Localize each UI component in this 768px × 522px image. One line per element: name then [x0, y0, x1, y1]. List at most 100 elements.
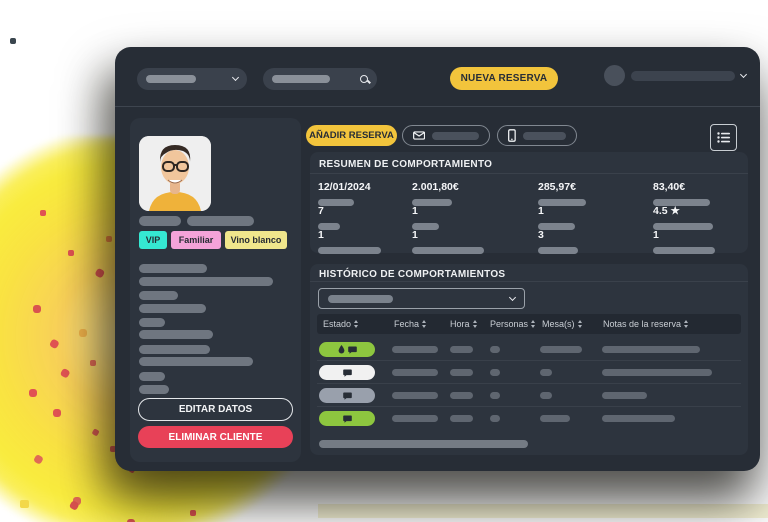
fecha-placeholder — [392, 346, 438, 353]
email-contact-button[interactable] — [402, 125, 490, 146]
client-detail-placeholder — [139, 304, 206, 313]
chat-icon — [348, 346, 357, 354]
chevron-down-icon — [509, 293, 516, 300]
tag-vip[interactable]: VIP — [139, 231, 167, 249]
personas-placeholder — [490, 369, 500, 376]
paint-dot-decoration — [10, 38, 16, 44]
client-detail-placeholder — [139, 318, 165, 327]
personas-placeholder — [490, 346, 500, 353]
notas-placeholder — [602, 415, 675, 422]
sort-icon — [578, 320, 582, 328]
column-estado[interactable]: Estado — [323, 314, 358, 334]
stat-total-spend: 2.001,80€ — [412, 181, 459, 193]
hora-placeholder — [450, 369, 473, 376]
chat-icon — [343, 369, 352, 377]
stat-count: 1 — [538, 205, 544, 217]
client-card: VIP Familiar Vino blanco EDITAR DATOS EL… — [130, 118, 301, 462]
stat-last-visit: 12/01/2024 — [318, 181, 371, 193]
status-badge[interactable] — [319, 365, 375, 380]
eliminar-cliente-button[interactable]: ELIMINAR CLIENTE — [138, 426, 293, 448]
historico-panel: HISTÓRICO DE COMPORTAMIENTOS Estado Fech… — [310, 264, 748, 455]
list-icon — [717, 132, 730, 143]
nueva-reserva-button[interactable]: NUEVA RESERVA — [450, 67, 558, 90]
mesa-placeholder — [540, 415, 570, 422]
stat-label-placeholder — [653, 247, 715, 254]
user-menu[interactable] — [604, 65, 746, 86]
topbar-divider — [115, 106, 760, 107]
tag-vino-blanco[interactable]: Vino blanco — [225, 231, 287, 249]
client-photo-illustration — [139, 136, 211, 211]
stat-label-placeholder — [412, 247, 484, 254]
client-detail-placeholder — [139, 345, 210, 354]
droplet-icon — [338, 345, 345, 354]
list-view-button[interactable] — [710, 124, 737, 151]
fecha-placeholder — [392, 415, 438, 422]
username-placeholder-bar — [631, 71, 735, 81]
paint-streak-decoration — [318, 504, 768, 518]
client-detail-placeholder — [139, 291, 178, 300]
chat-icon — [343, 415, 352, 423]
table-row[interactable] — [317, 407, 741, 430]
table-row[interactable] — [317, 338, 741, 361]
divider — [310, 281, 748, 282]
notas-placeholder — [602, 369, 712, 376]
column-fecha[interactable]: Fecha — [394, 314, 426, 334]
phone-contact-button[interactable] — [497, 125, 577, 146]
personas-placeholder — [490, 415, 500, 422]
sort-icon — [473, 320, 477, 328]
pagination-placeholder — [319, 440, 528, 448]
email-placeholder-bar — [432, 132, 479, 140]
hora-placeholder — [450, 392, 473, 399]
mesa-placeholder — [540, 346, 582, 353]
stat-count: 1 — [412, 205, 418, 217]
mobile-phone-icon — [508, 129, 516, 142]
mesa-placeholder — [540, 369, 552, 376]
stat-label-placeholder — [538, 247, 578, 254]
client-surname-placeholder — [187, 216, 254, 226]
fecha-placeholder — [392, 369, 438, 376]
personas-placeholder — [490, 392, 500, 399]
stat-count: 1 — [318, 229, 324, 241]
sort-icon — [684, 320, 688, 328]
column-mesas[interactable]: Mesa(s) — [542, 314, 582, 334]
client-name-placeholder — [139, 216, 181, 226]
filter-placeholder-bar — [328, 295, 393, 303]
avatar — [604, 65, 625, 86]
anadir-reserva-button[interactable]: AÑADIR RESERVA — [306, 125, 397, 146]
tag-familiar[interactable]: Familiar — [171, 231, 221, 249]
stat-label-placeholder — [318, 247, 381, 254]
editar-datos-button[interactable]: EDITAR DATOS — [138, 398, 293, 421]
column-personas[interactable]: Personas — [490, 314, 535, 334]
search-icon — [360, 75, 368, 83]
paint-dot-decoration — [20, 500, 29, 508]
hora-placeholder — [450, 415, 473, 422]
restaurant-select[interactable] — [137, 68, 247, 90]
table-row[interactable] — [317, 384, 741, 407]
sort-icon — [531, 320, 535, 328]
stat-ticket: 83,40€ — [653, 181, 685, 193]
app-window: NUEVA RESERVA — [115, 47, 760, 471]
stat-rating: 4.5 ★ — [653, 205, 680, 217]
status-badge[interactable] — [319, 388, 375, 403]
column-hora[interactable]: Hora — [450, 314, 477, 334]
search-input[interactable] — [263, 68, 377, 90]
resumen-panel: RESUMEN DE COMPORTAMIENTO 12/01/2024 2.0… — [310, 152, 748, 253]
phone-placeholder-bar — [523, 132, 566, 140]
client-detail-placeholder — [139, 277, 273, 286]
stat-visits: 7 — [318, 205, 324, 217]
status-badge[interactable] — [319, 342, 375, 357]
client-detail-placeholder — [139, 372, 165, 381]
table-row[interactable] — [317, 361, 741, 384]
column-notas[interactable]: Notas de la reserva — [603, 314, 688, 334]
behavior-filter-select[interactable] — [318, 288, 525, 309]
chevron-down-icon — [740, 70, 747, 77]
chevron-down-icon — [232, 74, 239, 81]
select-placeholder-bar — [146, 75, 196, 83]
status-badge[interactable] — [319, 411, 375, 426]
page: NUEVA RESERVA — [0, 0, 768, 522]
stat-count: 1 — [412, 229, 418, 241]
search-placeholder-bar — [272, 75, 330, 83]
client-detail-placeholder — [139, 330, 213, 339]
historico-title: HISTÓRICO DE COMPORTAMIENTOS — [319, 269, 505, 280]
resumen-title: RESUMEN DE COMPORTAMIENTO — [319, 159, 492, 170]
